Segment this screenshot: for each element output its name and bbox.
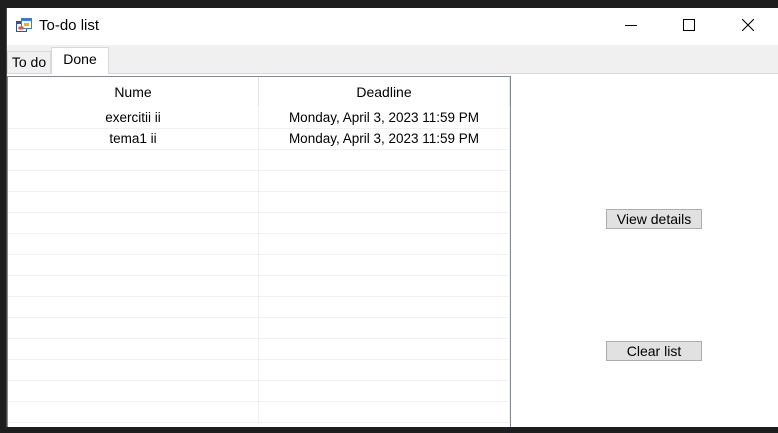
empty-table-row[interactable] xyxy=(8,381,510,402)
empty-table-row[interactable] xyxy=(8,276,510,297)
cell-deadline: Monday, April 3, 2023 11:59 PM xyxy=(259,108,510,129)
empty-cell xyxy=(8,192,259,213)
empty-cell xyxy=(259,150,510,171)
empty-cell xyxy=(259,255,510,276)
empty-table-row[interactable] xyxy=(8,234,510,255)
empty-cell xyxy=(259,213,510,234)
empty-table-row[interactable] xyxy=(8,150,510,171)
empty-cell xyxy=(8,297,259,318)
empty-cell xyxy=(259,297,510,318)
view-details-button[interactable]: View details xyxy=(606,209,702,229)
empty-cell xyxy=(8,276,259,297)
empty-cell xyxy=(8,255,259,276)
title-bar[interactable]: To-do list xyxy=(7,8,778,45)
column-header-nume[interactable]: Nume xyxy=(8,77,259,107)
minimize-icon xyxy=(625,18,637,36)
minimize-button[interactable] xyxy=(602,8,660,45)
empty-table-row[interactable] xyxy=(8,213,510,234)
empty-cell xyxy=(259,171,510,192)
empty-cell xyxy=(259,192,510,213)
todo-window: To-do list To do Done Nume Deadline exer… xyxy=(6,8,778,432)
tab-done[interactable]: Done xyxy=(51,47,109,74)
empty-table-row[interactable] xyxy=(8,339,510,360)
done-list-grid[interactable]: Nume Deadline exercitii ii Monday, April … xyxy=(7,76,511,432)
background-editor-strip-bottom xyxy=(0,427,778,433)
cell-nume: tema1 ii xyxy=(8,129,259,150)
table-row[interactable]: tema1 ii Monday, April 3, 2023 11:59 PM xyxy=(8,129,510,150)
grid-header: Nume Deadline xyxy=(8,77,510,107)
empty-cell xyxy=(259,318,510,339)
empty-table-row[interactable] xyxy=(8,255,510,276)
tab-to-do[interactable]: To do xyxy=(7,51,51,73)
empty-table-row[interactable] xyxy=(8,171,510,192)
empty-cell xyxy=(259,276,510,297)
empty-cell xyxy=(259,234,510,255)
background-editor-strip xyxy=(0,0,778,8)
empty-table-row[interactable] xyxy=(8,402,510,423)
empty-table-row[interactable] xyxy=(8,318,510,339)
empty-cell xyxy=(8,213,259,234)
empty-cell xyxy=(259,381,510,402)
window-title: To-do list xyxy=(39,17,100,34)
cell-nume: exercitii ii xyxy=(8,108,259,129)
maximize-button[interactable] xyxy=(660,8,718,45)
empty-cell xyxy=(8,171,259,192)
empty-table-row[interactable] xyxy=(8,297,510,318)
empty-cell xyxy=(8,339,259,360)
cell-deadline: Monday, April 3, 2023 11:59 PM xyxy=(259,129,510,150)
window-client-area: To do Done Nume Deadline exercitii ii Mon… xyxy=(7,45,778,432)
empty-cell xyxy=(259,339,510,360)
app-form-icon xyxy=(16,18,32,34)
maximize-icon xyxy=(683,18,695,36)
empty-cell xyxy=(8,381,259,402)
empty-cell xyxy=(8,318,259,339)
close-icon xyxy=(741,18,755,36)
clear-list-button[interactable]: Clear list xyxy=(606,341,702,361)
close-button[interactable] xyxy=(719,8,777,45)
empty-cell xyxy=(8,402,259,423)
empty-cell xyxy=(8,150,259,171)
empty-table-row[interactable] xyxy=(8,192,510,213)
empty-table-row[interactable] xyxy=(8,360,510,381)
empty-cell xyxy=(259,360,510,381)
empty-cell xyxy=(8,360,259,381)
table-row[interactable]: exercitii ii Monday, April 3, 2023 11:59 … xyxy=(8,108,510,129)
tab-page-done: Nume Deadline exercitii ii Monday, April … xyxy=(7,73,778,432)
empty-cell xyxy=(8,234,259,255)
column-header-deadline[interactable]: Deadline xyxy=(259,77,510,107)
tab-strip: To do Done xyxy=(7,45,778,74)
empty-cell xyxy=(259,402,510,423)
